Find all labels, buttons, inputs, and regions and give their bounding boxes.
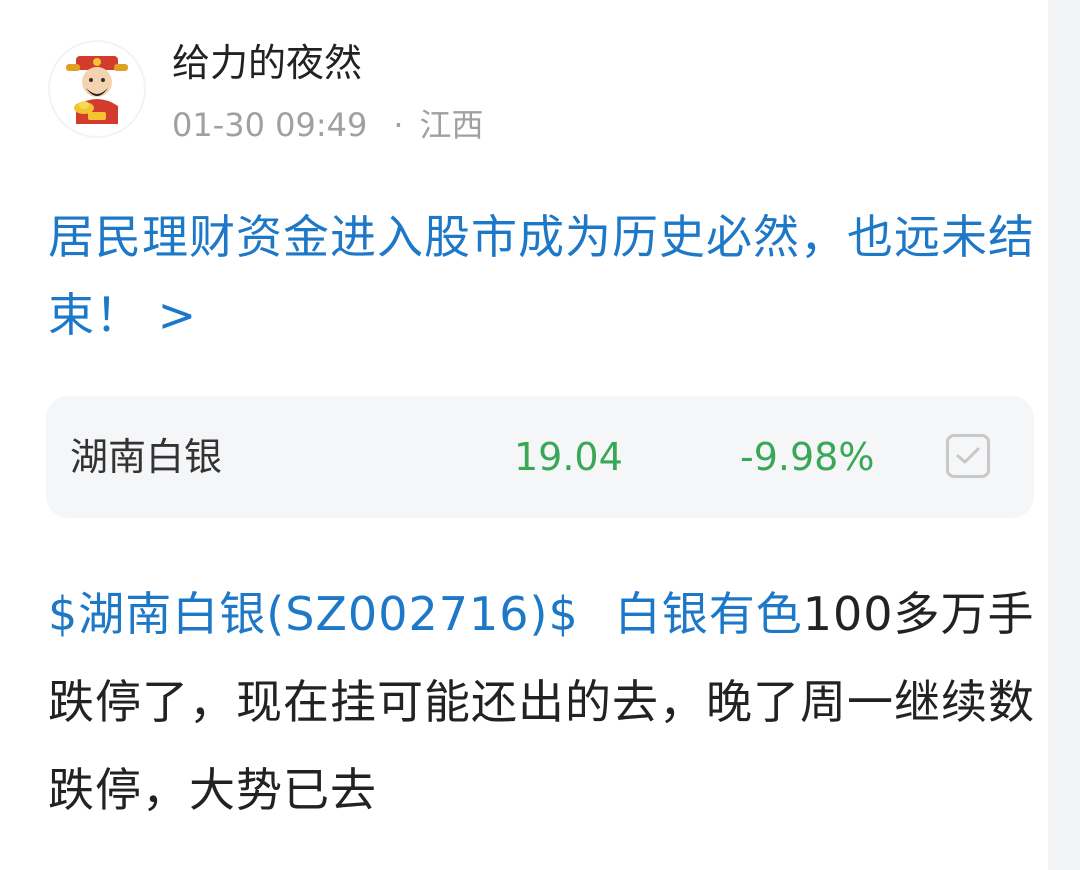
stock-quote-card[interactable]: 湖南白银 19.04 -9.98%: [46, 396, 1034, 518]
post-meta: 01-30 09:49 · 江西: [172, 102, 484, 148]
meta-separator: ·: [393, 106, 404, 144]
stock-tag-link[interactable]: $湖南白银(SZ002716)$: [48, 587, 579, 641]
author-name[interactable]: 给力的夜然: [172, 38, 362, 88]
post-headline-link[interactable]: 居民理财资金进入股市成为历史必然，也远未结束！ >: [48, 198, 1038, 354]
stock-price: 19.04: [514, 435, 623, 479]
god-of-wealth-avatar-icon: [66, 56, 128, 124]
checkbox-check-icon: [956, 447, 980, 464]
post-location: 江西: [419, 106, 484, 144]
topic-tag-link[interactable]: 白银有色: [615, 587, 803, 641]
stock-change: -9.98%: [740, 435, 875, 479]
author-avatar[interactable]: [48, 40, 146, 138]
post-page: 给力的夜然 01-30 09:49 · 江西 居民理财资金进入股市成为历史必然，…: [0, 0, 1080, 870]
post-body: $湖南白银(SZ002716)$ 白银有色100多万手跌停了，现在挂可能还出的去，…: [48, 570, 1038, 834]
watchlist-checkbox[interactable]: [946, 434, 990, 478]
stock-name: 湖南白银: [70, 435, 223, 479]
right-edge-panel: [1048, 0, 1080, 870]
post-time: 01-30 09:49: [172, 106, 368, 144]
